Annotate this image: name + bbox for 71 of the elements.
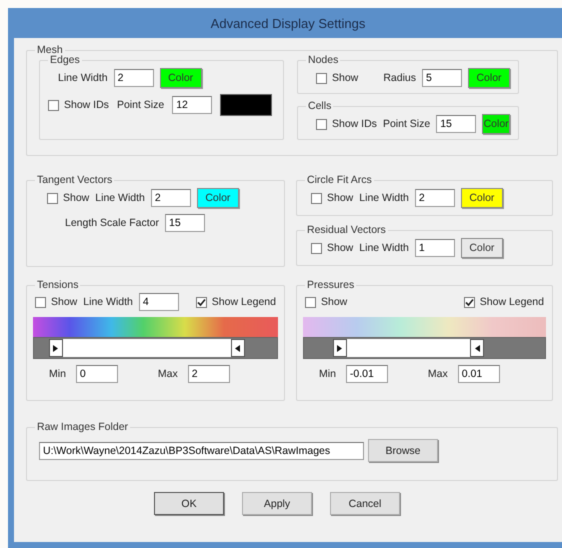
input-field[interactable]: 15 xyxy=(164,214,205,232)
checkbox[interactable]: Show xyxy=(311,242,354,254)
group-title: Cells xyxy=(307,100,332,112)
group-title: Pressures xyxy=(306,279,356,291)
group-title: Raw Images Folder xyxy=(36,421,130,433)
field-label: Max xyxy=(158,368,178,380)
dialog-button[interactable]: OK xyxy=(154,492,224,515)
checkbox[interactable]: Show IDs xyxy=(316,118,377,130)
field-label: Point Size xyxy=(116,99,164,111)
group-title: Circle Fit Arcs xyxy=(306,174,373,186)
checkbox[interactable]: Show xyxy=(305,296,348,308)
checkbox[interactable]: Show Legend xyxy=(196,296,276,308)
window-title: Advanced Display Settings xyxy=(210,16,366,30)
color-swatch[interactable] xyxy=(220,94,272,116)
field-label: Line Width xyxy=(83,296,133,308)
range-slider[interactable] xyxy=(33,337,278,359)
group-title: Nodes xyxy=(307,54,340,66)
folder-path-field[interactable]: U:\Work\Wayne\2014Zazu\BP3Software\Data\AS\RawImages xyxy=(39,442,364,460)
checkbox[interactable]: Show xyxy=(311,192,354,204)
input-field[interactable]: 2 xyxy=(188,365,230,383)
left-arrow-icon xyxy=(235,344,240,352)
field-label: Min xyxy=(49,368,66,380)
field-label: Line Width xyxy=(95,192,145,204)
field-label: Length Scale Factor xyxy=(65,217,159,229)
field-label: Point Size xyxy=(382,118,430,130)
slider-thumb[interactable] xyxy=(470,339,484,357)
range-slider[interactable] xyxy=(303,337,546,359)
input-field[interactable]: 2 xyxy=(150,189,191,207)
group-title: Residual Vectors xyxy=(306,224,387,236)
checkbox[interactable]: Show IDs xyxy=(48,99,109,111)
input-field[interactable]: 5 xyxy=(422,69,462,87)
checkbox[interactable]: Show Legend xyxy=(464,296,544,308)
dialog-button[interactable]: Cancel xyxy=(330,492,400,515)
checkbox[interactable]: Show xyxy=(35,296,78,308)
field-label: Line Width xyxy=(359,242,409,254)
left-arrow-icon xyxy=(474,344,480,352)
slider-thumb[interactable] xyxy=(48,339,63,357)
color-button[interactable]: Color xyxy=(196,188,239,208)
input-field[interactable]: -0.01 xyxy=(346,365,388,383)
slider-thumb[interactable] xyxy=(332,339,347,357)
field-label: Line Width xyxy=(58,72,108,84)
input-field[interactable]: 12 xyxy=(172,96,212,114)
group-title: Tangent Vectors xyxy=(36,174,114,186)
group-title: Edges xyxy=(49,54,81,66)
color-button[interactable]: Color xyxy=(460,188,503,208)
field-label: Max xyxy=(428,368,448,380)
group-title: Mesh xyxy=(36,44,63,56)
input-field[interactable]: 4 xyxy=(138,293,179,311)
dialog-button[interactable]: Apply xyxy=(242,492,312,515)
color-button[interactable]: Color xyxy=(482,114,510,134)
input-field[interactable]: 0 xyxy=(76,365,118,383)
color-button[interactable]: Color xyxy=(160,68,202,88)
field-label: Line Width xyxy=(359,192,409,204)
slider-thumb[interactable] xyxy=(230,339,245,357)
input-field[interactable]: 2 xyxy=(114,69,154,87)
checkmark-icon xyxy=(196,298,206,306)
browse-button[interactable]: Browse xyxy=(368,439,438,462)
group-title: Tensions xyxy=(36,279,80,291)
color-button[interactable]: Color xyxy=(468,68,510,88)
color-button[interactable]: Color xyxy=(460,238,503,258)
checkbox[interactable]: Show xyxy=(316,72,358,84)
field-label: Min xyxy=(319,368,336,380)
right-arrow-icon xyxy=(337,344,342,352)
checkbox[interactable]: Show xyxy=(47,192,90,204)
right-arrow-icon xyxy=(53,344,58,352)
input-field[interactable]: 1 xyxy=(414,239,455,257)
input-field[interactable]: 2 xyxy=(414,189,455,207)
input-field[interactable]: 0.01 xyxy=(458,365,500,383)
field-label: Radius xyxy=(383,72,416,84)
checkmark-icon xyxy=(464,298,474,306)
input-field[interactable]: 15 xyxy=(436,115,476,133)
